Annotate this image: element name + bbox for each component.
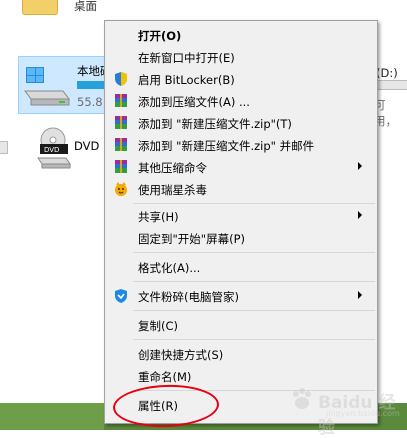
submenu-arrow-icon [358, 211, 362, 219]
baidu-watermark: Baidu 经验 jingyan.baidu.com [286, 382, 402, 438]
menu-item-label: 添加到 "新建压缩文件.zip"(T) [138, 117, 292, 131]
submenu-arrow-icon [358, 162, 362, 170]
paw-logo-icon [293, 388, 311, 409]
menu-item-add-to-zip-and-email[interactable]: 添加到 "新建压缩文件.zip" 并邮件 [105, 135, 377, 155]
menu-separator [133, 281, 375, 282]
menu-item-label: 固定到"开始"屏幕(P) [138, 232, 245, 246]
menu-item-format[interactable]: 格式化(A)... [105, 257, 377, 277]
winrar-icon [115, 138, 127, 151]
menu-item-pin-to-start[interactable]: 固定到"开始"屏幕(P) [105, 228, 377, 248]
pc-manager-icon [115, 289, 127, 303]
menu-separator [133, 252, 375, 253]
menu-item-bitlocker[interactable]: 启用 BitLocker(B) [105, 69, 377, 89]
menu-separator [133, 310, 375, 311]
menu-separator [133, 203, 375, 204]
winrar-icon [115, 160, 127, 173]
dvd-drive-label[interactable]: DVD [74, 139, 99, 153]
desktop-folder-icon[interactable] [22, 0, 58, 15]
menu-item-label: 复制(C) [138, 319, 179, 333]
svg-text:DVD: DVD [44, 146, 59, 154]
menu-item-label: 重命名(M) [138, 370, 192, 384]
menu-item-copy[interactable]: 复制(C) [105, 315, 377, 335]
drive-d-usage-bar [376, 80, 407, 90]
local-disk-tile[interactable]: 本地磁 55.8 [18, 56, 116, 114]
drive-d-label[interactable]: (D:) [376, 66, 398, 80]
hard-drive-icon [24, 67, 70, 106]
menu-item-label: 添加到压缩文件(A) ... [138, 95, 250, 109]
rising-antivirus-icon [115, 182, 127, 196]
drive-free-space: 55.8 [77, 95, 103, 109]
drive-d-available: 可用， [374, 98, 397, 128]
menu-item-share[interactable]: 共享(H) [105, 206, 377, 226]
menu-item-label: 启用 BitLocker(B) [138, 73, 235, 87]
menu-item-label: 打开(O) [138, 29, 182, 43]
context-menu: 打开(O) 在新窗口中打开(E) 启用 BitLocker(B) 添加到压缩文件… [104, 20, 378, 424]
menu-separator [133, 339, 375, 340]
menu-item-label: 文件粉碎(电脑管家) [138, 290, 239, 304]
menu-item-label: 在新窗口中打开(E) [138, 51, 235, 65]
menu-item-add-to-zip[interactable]: 添加到 "新建压缩文件.zip"(T) [105, 113, 377, 133]
watermark-subtext: jingyan.baidu.com [326, 409, 400, 418]
background-strip-left [0, 403, 104, 430]
menu-item-file-shredder[interactable]: 文件粉碎(电脑管家) [105, 286, 377, 306]
menu-item-open[interactable]: 打开(O) [105, 25, 377, 45]
menu-item-create-shortcut[interactable]: 创建快捷方式(S) [105, 344, 377, 364]
partial-usage-bar [0, 141, 8, 154]
dvd-drive-icon[interactable]: DVD [36, 126, 72, 170]
menu-item-label: 格式化(A)... [138, 261, 201, 275]
shield-icon [115, 72, 127, 86]
menu-item-label: 共享(H) [138, 210, 179, 224]
menu-item-rising-scan[interactable]: 使用瑞星杀毒 [105, 179, 377, 199]
submenu-arrow-icon [358, 291, 362, 299]
winrar-icon [115, 116, 127, 129]
winrar-icon [115, 94, 127, 107]
menu-item-label: 使用瑞星杀毒 [138, 183, 207, 197]
menu-item-other-compress-commands[interactable]: 其他压缩命令 [105, 157, 377, 177]
menu-item-label: 添加到 "新建压缩文件.zip" 并邮件 [138, 139, 315, 153]
desktop-folder-label: 桌面 [74, 0, 97, 13]
menu-item-open-new-window[interactable]: 在新窗口中打开(E) [105, 47, 377, 67]
menu-item-label: 创建快捷方式(S) [138, 348, 224, 362]
menu-item-add-to-archive[interactable]: 添加到压缩文件(A) ... [105, 91, 377, 111]
menu-item-label: 其他压缩命令 [138, 161, 207, 175]
